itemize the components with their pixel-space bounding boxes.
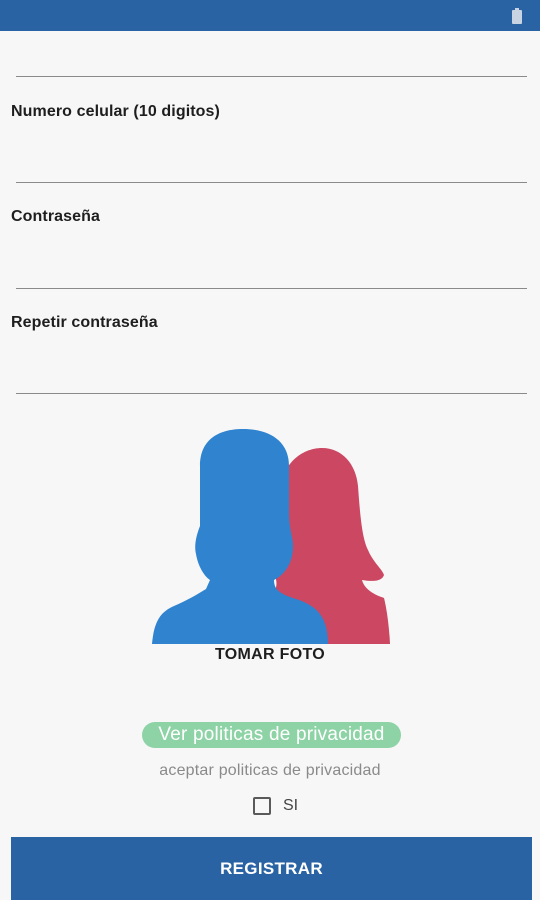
accept-checkbox-row[interactable]: SI (253, 794, 298, 818)
accept-checkbox[interactable] (253, 797, 271, 815)
password-underline (16, 288, 527, 289)
password-label: Contraseña (11, 208, 101, 225)
take-photo-button[interactable]: TOMAR FOTO (0, 646, 540, 664)
status-bar (0, 0, 540, 31)
privacy-policy-link[interactable]: Ver politicas de privacidad (142, 722, 401, 748)
repeat-password-underline (16, 393, 527, 394)
register-button[interactable]: REGISTRAR (11, 837, 532, 900)
phone-label: Numero celular (10 digitos) (11, 103, 220, 120)
phone-input[interactable] (16, 146, 529, 180)
accept-privacy-text: aceptar politicas de privacidad (159, 762, 381, 779)
accept-checkbox-label: SI (283, 797, 299, 814)
battery-icon (512, 8, 522, 24)
repeat-password-input[interactable] (16, 357, 529, 391)
repeat-password-label: Repetir contraseña (11, 314, 158, 331)
password-input[interactable] (16, 252, 529, 286)
field-input-top[interactable] (16, 42, 529, 76)
field-underline-top (16, 76, 527, 77)
people-avatar-icon[interactable] (150, 426, 395, 644)
phone-underline (16, 182, 527, 183)
